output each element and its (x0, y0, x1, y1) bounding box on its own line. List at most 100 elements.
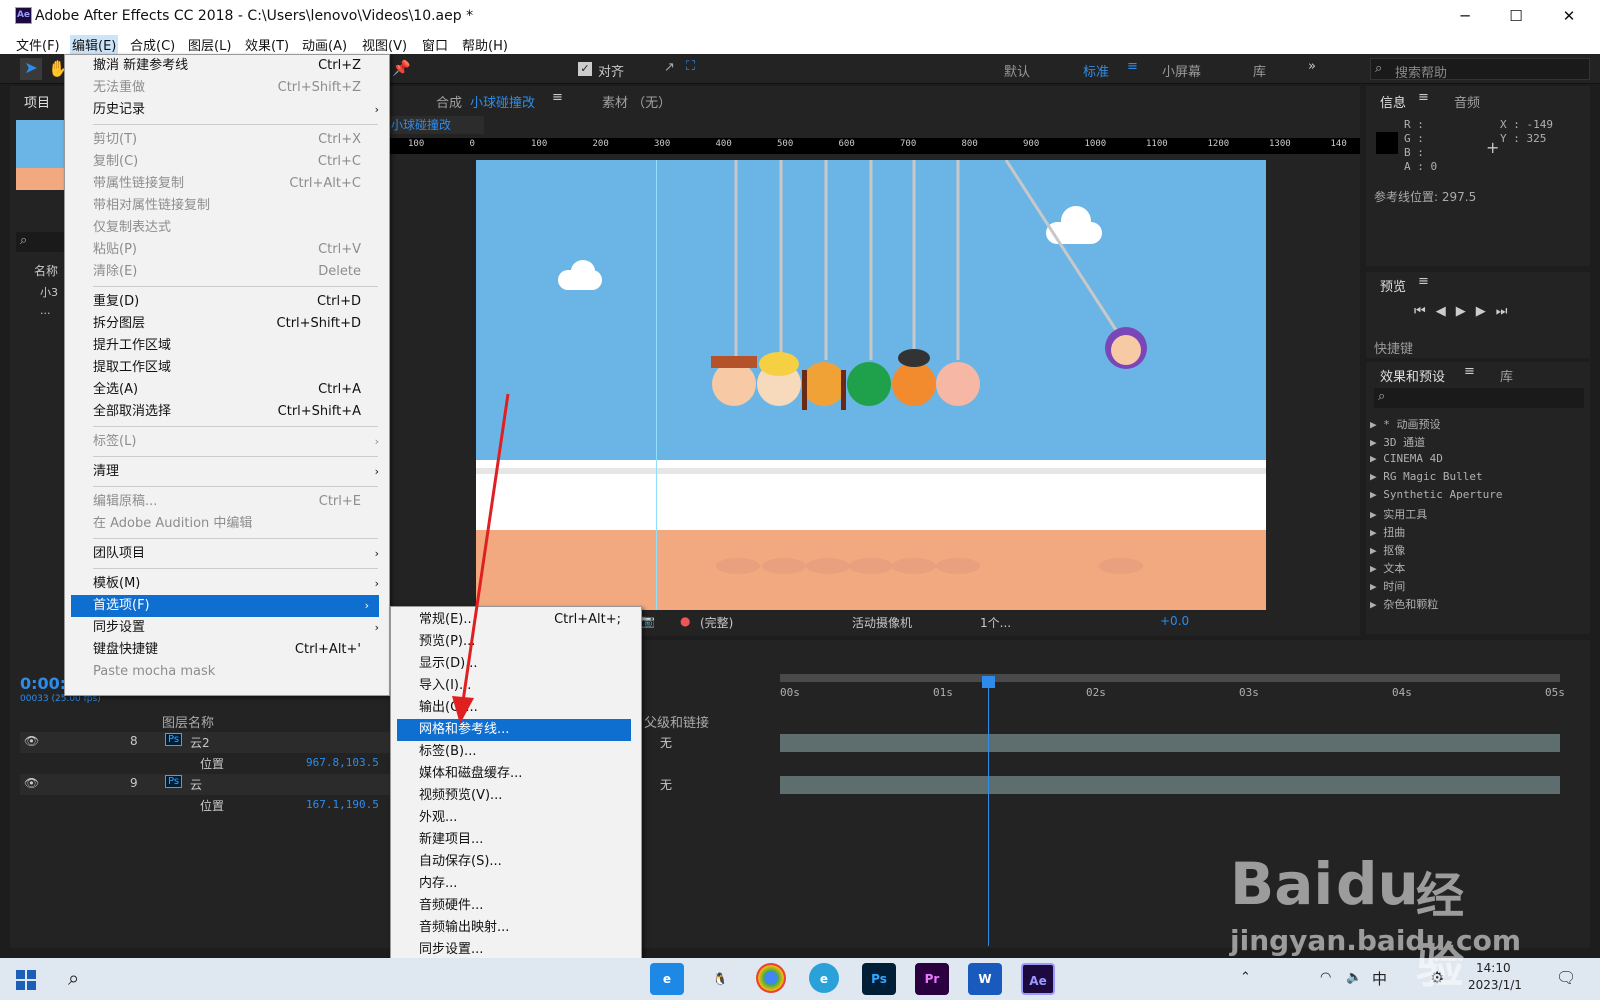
channel-icon[interactable]: ● (680, 614, 690, 628)
edit-menu-item[interactable]: 提取工作区域 (65, 357, 389, 379)
tab-info[interactable]: 信息 (1380, 92, 1406, 111)
edit-menu-item[interactable]: 带相对属性链接复制 (65, 195, 389, 217)
more-workspaces-icon[interactable]: » (1308, 59, 1316, 74)
layer-name[interactable]: 云 (190, 776, 202, 793)
parent-dropdown[interactable]: 无 (660, 776, 672, 793)
edit-menu-item[interactable]: 在 Adobe Audition 中编辑 (65, 513, 389, 535)
menu-animation[interactable]: 动画(A) (300, 35, 349, 54)
ime-indicator[interactable]: 中 (1372, 968, 1387, 989)
effects-category-item[interactable]: ▶ Synthetic Aperture (1370, 488, 1502, 501)
menu-view[interactable]: 视图(V) (360, 35, 409, 54)
project-item-comp[interactable]: 小3 (40, 284, 58, 300)
comp-tab-menu-icon[interactable]: ≡ (552, 90, 563, 105)
edit-menu-item[interactable]: 撤消 新建参考线 Ctrl+Z (65, 55, 389, 77)
effects-category-item[interactable]: ▶ 实用工具 (1370, 506, 1427, 522)
preview-menu-icon[interactable]: ≡ (1418, 274, 1429, 289)
property-value[interactable]: 167.1,190.5 (306, 798, 379, 811)
word-icon[interactable]: W (968, 963, 1002, 995)
resolution-dropdown[interactable]: (完整) (700, 614, 733, 631)
menu-window[interactable]: 窗口 (420, 35, 450, 54)
preferences-menu-item[interactable]: 导入(I)... (391, 675, 641, 697)
edit-menu-item[interactable]: 剪切(T) Ctrl+X (65, 129, 389, 151)
menu-file[interactable]: 文件(F) (14, 35, 62, 54)
menu-composition[interactable]: 合成(C) (128, 35, 177, 54)
effects-category-item[interactable]: ▶ * 动画预设 (1370, 416, 1441, 432)
edit-menu-item[interactable]: 粘贴(P) Ctrl+V (65, 239, 389, 261)
edit-menu-item[interactable]: 标签(L) › (65, 431, 389, 453)
tab-effects-presets[interactable]: 效果和预设 (1380, 366, 1445, 385)
tab-preview[interactable]: 预览 (1380, 276, 1406, 295)
edge-new-icon[interactable]: e (809, 963, 839, 993)
info-menu-icon[interactable]: ≡ (1418, 90, 1429, 105)
align-checkbox[interactable]: ✓ (578, 62, 592, 76)
edit-menu-item[interactable]: 清除(E) Delete (65, 261, 389, 283)
preferences-menu-item[interactable]: 外观... (391, 807, 641, 829)
layer-row[interactable]: 👁 8 Ps 云2 (20, 732, 390, 753)
effects-category-item[interactable]: ▶ 时间 (1370, 578, 1405, 594)
project-item-folder[interactable]: ... (40, 304, 51, 317)
property-row[interactable]: 位置 967.8,103.5 (20, 753, 390, 774)
edit-menu-item[interactable]: 团队项目 › (65, 543, 389, 565)
preferences-menu-item[interactable]: 输出(O)... (391, 697, 641, 719)
volume-icon[interactable]: 🔈 (1346, 970, 1362, 985)
project-search-input[interactable]: ⌕ (16, 232, 70, 252)
edit-menu-item[interactable]: 复制(C) Ctrl+C (65, 151, 389, 173)
playback-controls[interactable]: ⏮◀▶▶⏭ (1414, 304, 1517, 319)
parent-dropdown[interactable]: 无 (660, 734, 672, 751)
menu-edit[interactable]: 编辑(E) (70, 35, 119, 54)
camera-dropdown[interactable]: 活动摄像机 (852, 614, 912, 631)
edit-menu-item[interactable]: 历史记录 › (65, 99, 389, 121)
snap-icon[interactable]: ↗ (664, 60, 675, 75)
camera-snapshot-icon[interactable]: 📷 (640, 614, 655, 628)
edit-menu-item[interactable]: 无法重做 Ctrl+Shift+Z (65, 77, 389, 99)
property-row[interactable]: 位置 167.1,190.5 (20, 795, 390, 816)
exposure-value[interactable]: +0.0 (1160, 614, 1189, 628)
edit-menu-item[interactable]: 提升工作区域 (65, 335, 389, 357)
windows-start-icon[interactable] (16, 970, 36, 990)
workspace-small-screen[interactable]: 小屏幕 (1162, 61, 1201, 80)
preferences-menu-item[interactable]: 音频硬件... (391, 895, 641, 917)
menu-help[interactable]: 帮助(H) (460, 35, 510, 54)
edit-menu-item[interactable]: 模板(M) › (65, 573, 389, 595)
edit-menu-item[interactable]: 重复(D) Ctrl+D (65, 291, 389, 313)
premiere-icon[interactable]: Pr (915, 963, 949, 995)
clock-date[interactable]: 2023/1/1 (1468, 978, 1522, 992)
after-effects-taskbar-icon[interactable]: Ae (1021, 963, 1055, 995)
wifi-icon[interactable]: ◠ (1320, 970, 1331, 985)
edit-menu-item[interactable]: 编辑原稿... Ctrl+E (65, 491, 389, 513)
effects-menu-icon[interactable]: ≡ (1464, 364, 1475, 379)
preferences-menu-item[interactable]: 音频输出映射... (391, 917, 641, 939)
workspace-standard[interactable]: 标准 (1083, 61, 1109, 80)
preferences-menu-item[interactable]: 媒体和磁盘缓存... (391, 763, 641, 785)
tab-audio[interactable]: 音频 (1454, 92, 1480, 111)
edit-menu-item[interactable]: 同步设置 › (65, 617, 389, 639)
eye-icon[interactable]: 👁 (24, 776, 39, 790)
column-name-header[interactable]: 名称 (34, 262, 58, 279)
preferences-menu-item[interactable]: 新建项目... (391, 829, 641, 851)
effects-category-item[interactable]: ▶ 杂色和颗粒 (1370, 596, 1438, 612)
notification-icon[interactable]: 🗨 (1556, 968, 1576, 987)
photoshop-icon[interactable]: Ps (862, 963, 896, 995)
tab-composition[interactable]: 合成 (436, 92, 462, 111)
effects-category-item[interactable]: ▶ 3D 通道 (1370, 434, 1425, 450)
clock-time[interactable]: 14:10 (1476, 961, 1511, 975)
settings-icon[interactable]: ⚙ (1430, 968, 1444, 987)
pin-tool-icon[interactable]: 📌 (392, 59, 411, 77)
edit-menu-item[interactable]: 清理 › (65, 461, 389, 483)
timecode[interactable]: 0:00: (20, 674, 66, 693)
preferences-menu-item[interactable]: 显示(D)... (391, 653, 641, 675)
time-ruler[interactable]: 00s 01s 02s 03s 04s 05s (780, 674, 1570, 714)
effects-category-item[interactable]: ▶ 抠像 (1370, 542, 1405, 558)
tab-footage[interactable]: 素材 （无） (602, 92, 671, 111)
edit-menu-item[interactable]: 键盘快捷键 Ctrl+Alt+' (65, 639, 389, 661)
selection-tool-icon[interactable]: ➤ (20, 58, 42, 80)
edit-menu-item[interactable]: Paste mocha mask (65, 661, 389, 683)
tab-library[interactable]: 库 (1500, 366, 1513, 385)
layer-name[interactable]: 云2 (190, 734, 210, 751)
preferences-menu-item[interactable]: 内存... (391, 873, 641, 895)
help-search-input[interactable]: ⌕ 搜索帮助 (1370, 58, 1590, 81)
tray-chevron-icon[interactable]: ⌃ (1240, 970, 1251, 985)
effects-category-item[interactable]: ▶ 文本 (1370, 560, 1405, 576)
playhead-handle[interactable] (982, 676, 995, 688)
edit-menu-item[interactable]: 首选项(F) › (71, 595, 379, 617)
